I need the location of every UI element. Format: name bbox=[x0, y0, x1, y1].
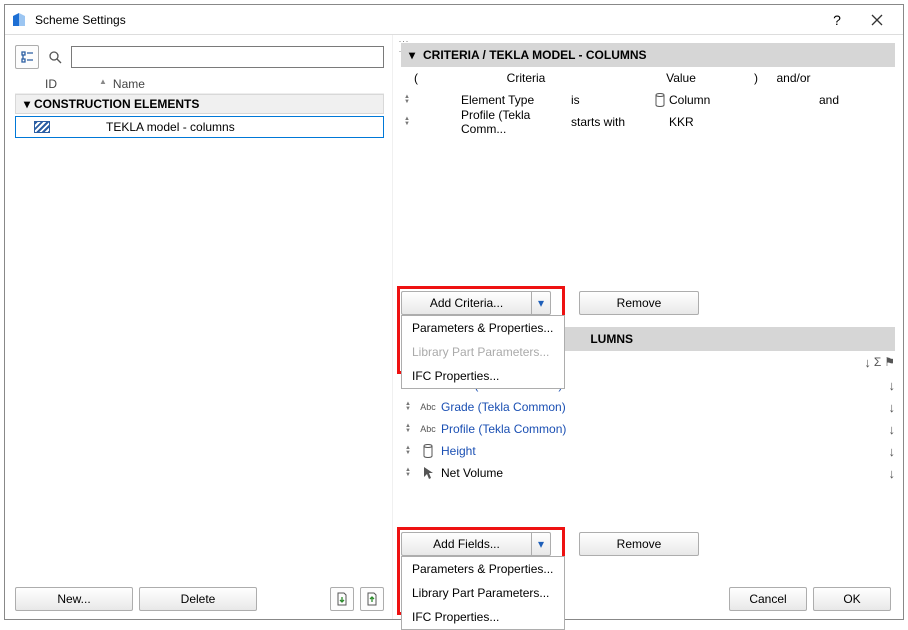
sort-indicator-icon: ↓ bbox=[889, 422, 896, 437]
sigma-icon: Σ bbox=[874, 355, 881, 370]
sort-indicator-icon: ↓ bbox=[889, 466, 896, 481]
window-title: Scheme Settings bbox=[35, 13, 817, 27]
field-row[interactable]: Abc Grade (Tekla Common) ↓ bbox=[401, 396, 895, 418]
tree-header: ID ▲ Name bbox=[15, 75, 384, 94]
new-button[interactable]: New... bbox=[15, 587, 133, 611]
cancel-button[interactable]: Cancel bbox=[729, 587, 807, 611]
add-fields-button[interactable]: Add Fields... ▾ bbox=[401, 532, 551, 556]
criteria-andor: and bbox=[819, 93, 859, 107]
import-button[interactable] bbox=[330, 587, 354, 611]
right-panel: ▾ CRITERIA / TEKLA MODEL - COLUMNS ( Cri… bbox=[393, 35, 903, 619]
criteria-name: Profile (Tekla Comm... bbox=[431, 108, 571, 136]
menu-item-params-props[interactable]: Parameters & Properties... bbox=[402, 316, 564, 340]
col-lparen: ( bbox=[401, 71, 431, 85]
ok-button[interactable]: OK bbox=[813, 587, 891, 611]
field-name: Profile (Tekla Common) bbox=[441, 422, 845, 436]
flag-icon: ⚑ bbox=[884, 355, 895, 370]
criteria-value: KKR bbox=[669, 115, 789, 129]
scheme-settings-dialog: Scheme Settings ? ⋮⋮ ID ▲ Name bbox=[4, 4, 904, 620]
group-label: CONSTRUCTION ELEMENTS bbox=[34, 97, 199, 111]
remove-criteria-button[interactable]: Remove bbox=[579, 291, 699, 315]
fields-title-visible: LUMNS bbox=[590, 332, 633, 346]
reorder-handle[interactable] bbox=[401, 468, 415, 478]
export-button[interactable] bbox=[360, 587, 384, 611]
reorder-handle[interactable] bbox=[401, 117, 413, 127]
menu-item-params-props[interactable]: Parameters & Properties... bbox=[402, 557, 564, 581]
collapse-icon: ▾ bbox=[409, 48, 423, 62]
column-icon bbox=[651, 93, 669, 107]
tree-mode-button[interactable] bbox=[15, 45, 39, 69]
help-button[interactable]: ? bbox=[817, 6, 857, 34]
menu-item-library-params: Library Part Parameters... bbox=[402, 340, 564, 364]
add-fields-dropdown-arrow[interactable]: ▾ bbox=[531, 532, 551, 556]
menu-item-ifc-props[interactable]: IFC Properties... bbox=[402, 605, 564, 629]
reorder-handle[interactable] bbox=[401, 446, 415, 456]
criteria-name: Element Type bbox=[431, 93, 571, 107]
field-name: Net Volume bbox=[441, 466, 845, 480]
sort-down-icon: ↓ bbox=[864, 355, 871, 370]
search-input[interactable] bbox=[71, 46, 384, 68]
criteria-columns: ( Criteria Value ) and/or bbox=[401, 67, 895, 89]
reorder-handle[interactable] bbox=[401, 95, 413, 105]
col-name[interactable]: Name bbox=[113, 77, 380, 91]
hatched-icon bbox=[34, 121, 50, 133]
add-fields-label[interactable]: Add Fields... bbox=[401, 532, 531, 556]
add-criteria-label[interactable]: Add Criteria... bbox=[401, 291, 531, 315]
sort-indicator-icon: ↓ bbox=[889, 400, 896, 415]
menu-item-library-params[interactable]: Library Part Parameters... bbox=[402, 581, 564, 605]
col-criteria: Criteria bbox=[431, 71, 621, 85]
criteria-value: Column bbox=[669, 93, 789, 107]
reorder-handle[interactable] bbox=[401, 402, 415, 412]
type-abc-icon: Abc bbox=[415, 424, 441, 434]
criteria-row[interactable]: Profile (Tekla Comm... starts with KKR bbox=[401, 111, 895, 133]
tree-group-construction-elements[interactable]: ▾ CONSTRUCTION ELEMENTS bbox=[15, 94, 384, 114]
field-row[interactable]: Abc Profile (Tekla Common) ↓ bbox=[401, 418, 895, 440]
field-name: Grade (Tekla Common) bbox=[441, 400, 845, 414]
app-icon bbox=[11, 12, 27, 28]
column-icon bbox=[415, 444, 441, 458]
left-panel: ID ▲ Name ▾ CONSTRUCTION ELEMENTS TEKLA … bbox=[5, 35, 393, 619]
field-row[interactable]: Height ↓ bbox=[401, 440, 895, 462]
tree-item-tekla-columns[interactable]: TEKLA model - columns bbox=[15, 116, 384, 138]
col-andor: and/or bbox=[771, 71, 816, 85]
add-criteria-menu: Parameters & Properties... Library Part … bbox=[401, 315, 565, 389]
type-abc-icon: Abc bbox=[415, 402, 441, 412]
reorder-handle[interactable] bbox=[401, 424, 415, 434]
criteria-section-header[interactable]: ▾ CRITERIA / TEKLA MODEL - COLUMNS bbox=[401, 43, 895, 67]
add-criteria-dropdown-arrow[interactable]: ▾ bbox=[531, 291, 551, 315]
close-button[interactable] bbox=[857, 6, 897, 34]
add-fields-menu: Parameters & Properties... Library Part … bbox=[401, 556, 565, 630]
field-header-icons: ↓ Σ ⚑ bbox=[853, 355, 895, 370]
field-row[interactable]: Net Volume ↓ bbox=[401, 462, 895, 484]
col-id[interactable]: ID bbox=[45, 77, 99, 91]
col-value: Value bbox=[621, 71, 741, 85]
search-icon bbox=[43, 45, 67, 69]
field-name: Height bbox=[441, 444, 845, 458]
sort-icon: ▲ bbox=[99, 77, 107, 91]
cursor-icon bbox=[415, 466, 441, 480]
collapse-icon: ▾ bbox=[20, 97, 34, 111]
add-criteria-button[interactable]: Add Criteria... ▾ bbox=[401, 291, 551, 315]
criteria-op: starts with bbox=[571, 115, 651, 129]
sort-indicator-icon: ↓ bbox=[889, 378, 896, 393]
criteria-op: is bbox=[571, 93, 651, 107]
sort-indicator-icon: ↓ bbox=[889, 444, 896, 459]
row-name: TEKLA model - columns bbox=[106, 120, 383, 134]
criteria-title: CRITERIA / TEKLA MODEL - COLUMNS bbox=[423, 48, 647, 62]
remove-fields-button[interactable]: Remove bbox=[579, 532, 699, 556]
menu-item-ifc-props[interactable]: IFC Properties... bbox=[402, 364, 564, 388]
col-rparen: ) bbox=[741, 71, 771, 85]
delete-button[interactable]: Delete bbox=[139, 587, 257, 611]
titlebar: Scheme Settings ? bbox=[5, 5, 903, 35]
